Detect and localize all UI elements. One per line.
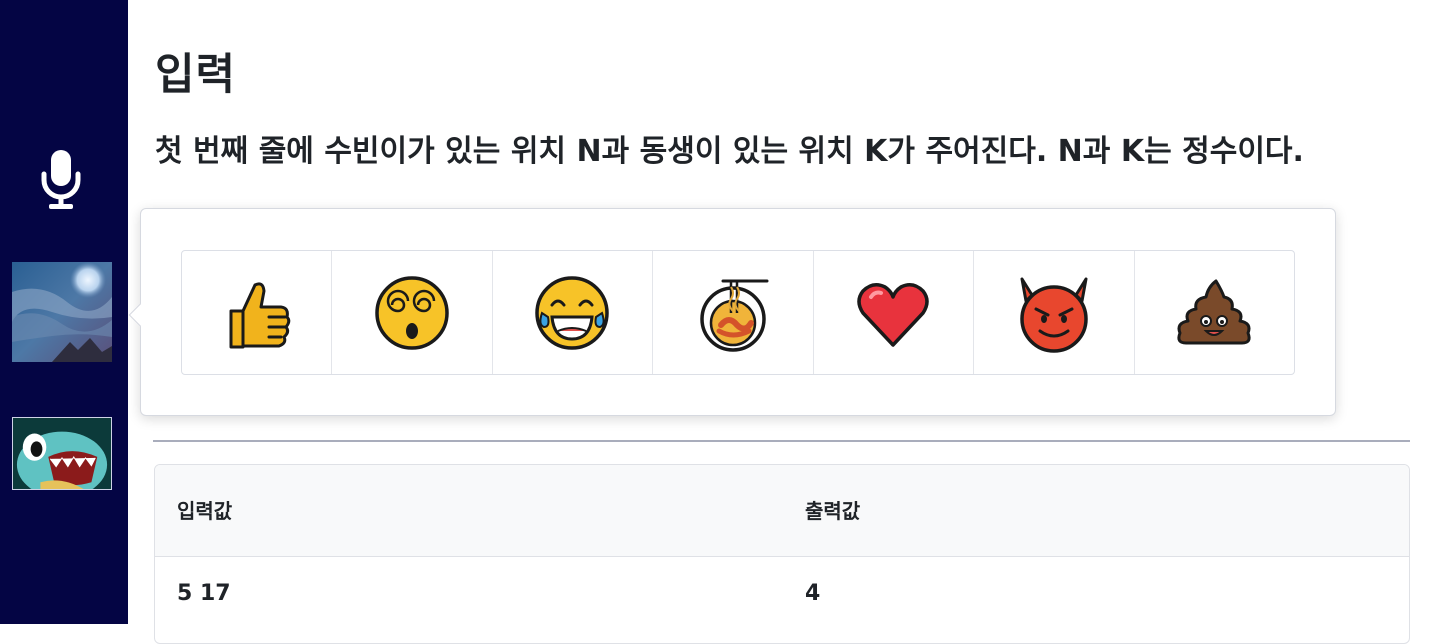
- thumbs-up-button[interactable]: [182, 251, 332, 374]
- thumbs-up-icon: [229, 281, 290, 348]
- heart-button[interactable]: [814, 251, 974, 374]
- reaction-popover: [128, 208, 1336, 416]
- section-title: 입력: [155, 50, 237, 100]
- microphone-icon[interactable]: [40, 150, 82, 210]
- smiling-devil-button[interactable]: [974, 251, 1135, 374]
- section-description: 첫 번째 줄에 수빈이가 있는 위치 N과 동생이 있는 위치 K가 주어진다.…: [155, 134, 1304, 169]
- tears-of-joy-icon: [535, 275, 609, 350]
- noodle-bowl-icon: [700, 279, 769, 352]
- sidebar: [0, 0, 128, 624]
- table-row: 5 17 4: [155, 557, 1409, 643]
- avatar[interactable]: [12, 262, 112, 362]
- reaction-bar: [181, 250, 1295, 375]
- header-input: 입력값: [177, 499, 233, 523]
- heart-icon: [857, 282, 929, 347]
- io-table: 입력값 출력값 5 17 4: [154, 464, 1410, 644]
- header-output: 출력값: [805, 499, 861, 523]
- table-header-row: 입력값 출력값: [155, 465, 1409, 557]
- cell-input: 5 17: [177, 581, 231, 606]
- noodle-bowl-button[interactable]: [653, 251, 814, 374]
- dizzy-face-button[interactable]: [332, 251, 493, 374]
- dizzy-face-icon: [375, 275, 449, 350]
- tears-of-joy-button[interactable]: [493, 251, 653, 374]
- smiling-devil-icon: [1020, 277, 1088, 353]
- divider: [153, 440, 1410, 442]
- avatar[interactable]: [12, 417, 112, 490]
- poop-button[interactable]: [1135, 251, 1295, 374]
- poop-icon: [1177, 279, 1251, 344]
- cell-output: 4: [805, 581, 821, 606]
